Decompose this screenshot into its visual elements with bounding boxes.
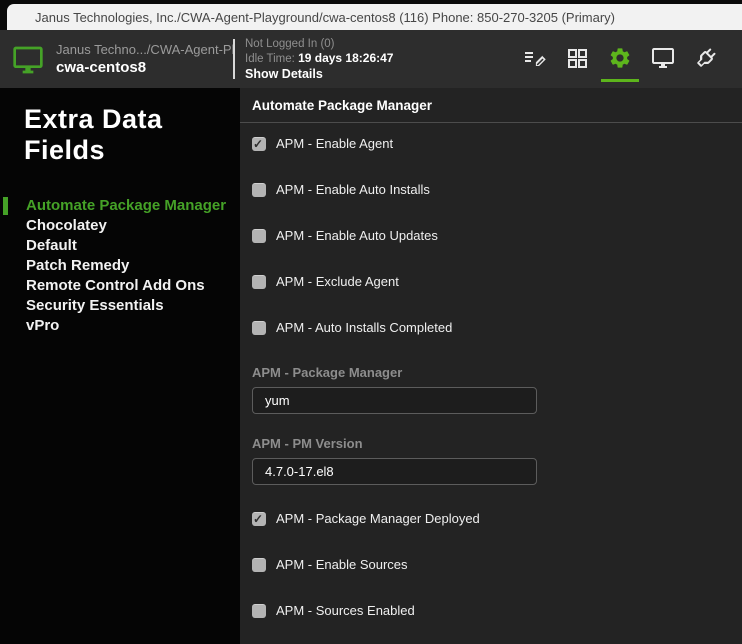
checkbox-apm-enable-sources[interactable] xyxy=(252,558,266,572)
header-divider xyxy=(233,39,235,79)
sidebar-item-automate-package-manager[interactable]: Automate Package Manager xyxy=(26,196,240,216)
checkbox-label: APM - Exclude Agent xyxy=(276,274,399,289)
field-label: APM - PM Version xyxy=(252,436,742,451)
main-panel: Automate Package Manager APM - Enable Ag… xyxy=(240,88,742,644)
section-divider xyxy=(240,122,742,123)
field-list: APM - Enable Agent APM - Enable Auto Inst… xyxy=(240,136,742,644)
field-group-apm-pm-version: APM - PM Version xyxy=(252,436,742,485)
input-apm-pm-version[interactable] xyxy=(252,458,537,485)
sidebar: Extra Data Fields Automate Package Manag… xyxy=(0,88,240,644)
idle-time-value: 19 days 18:26:47 xyxy=(298,51,393,65)
settings-button[interactable] xyxy=(606,45,634,73)
header-toolbar xyxy=(520,45,742,73)
monitor-icon xyxy=(651,46,675,73)
breadcrumb[interactable]: Janus Techno.../CWA-Agent-Pl... xyxy=(56,42,233,57)
field-label: APM - Package Manager xyxy=(252,365,742,380)
checkbox-apm-enable-auto-updates[interactable] xyxy=(252,229,266,243)
sidebar-item-patch-remedy[interactable]: Patch Remedy xyxy=(26,256,240,276)
field-row-apm-enable-sources: APM - Enable Sources xyxy=(252,557,742,572)
agent-identity: Janus Techno.../CWA-Agent-Pl... cwa-cent… xyxy=(0,42,233,76)
field-row-apm-auto-installs-completed: APM - Auto Installs Completed xyxy=(252,320,742,335)
edit-form-button[interactable] xyxy=(520,45,548,73)
checkbox-apm-exclude-agent[interactable] xyxy=(252,275,266,289)
window-title: Janus Technologies, Inc./CWA-Agent-Playg… xyxy=(7,10,615,25)
agent-header-bar: Janus Techno.../CWA-Agent-Pl... cwa-cent… xyxy=(0,30,742,88)
field-row-apm-enable-auto-installs: APM - Enable Auto Installs xyxy=(252,182,742,197)
idle-time: Idle Time: 19 days 18:26:47 xyxy=(245,51,520,66)
plug-icon xyxy=(694,46,718,73)
idle-time-label: Idle Time: xyxy=(245,53,298,65)
field-row-apm-enable-auto-updates: APM - Enable Auto Updates xyxy=(252,228,742,243)
checkbox-apm-package-manager-deployed[interactable] xyxy=(252,512,266,526)
remote-screen-button[interactable] xyxy=(649,45,677,73)
checkbox-label: APM - Enable Sources xyxy=(276,557,408,572)
sidebar-item-default[interactable]: Default xyxy=(26,236,240,256)
field-row-apm-enable-agent: APM - Enable Agent xyxy=(252,136,742,151)
field-row-apm-package-manager-deployed: APM - Package Manager Deployed xyxy=(252,511,742,526)
checkbox-apm-enable-auto-installs[interactable] xyxy=(252,183,266,197)
checkbox-label: APM - Package Manager Deployed xyxy=(276,511,480,526)
edit-form-icon xyxy=(522,46,546,73)
field-group-apm-package-manager: APM - Package Manager xyxy=(252,365,742,414)
show-details-link[interactable]: Show Details xyxy=(245,67,520,81)
grid-icon xyxy=(565,46,589,73)
field-row-apm-exclude-agent: APM - Exclude Agent xyxy=(252,274,742,289)
grid-button[interactable] xyxy=(563,45,591,73)
checkbox-label: APM - Enable Agent xyxy=(276,136,393,151)
gear-icon xyxy=(608,46,632,73)
computer-name: cwa-centos8 xyxy=(56,59,233,76)
sidebar-item-chocolatey[interactable]: Chocolatey xyxy=(26,216,240,236)
field-row-apm-sources-enabled: APM - Sources Enabled xyxy=(252,603,742,618)
checkbox-apm-sources-enabled[interactable] xyxy=(252,604,266,618)
computer-monitor-icon xyxy=(12,44,44,74)
agent-id-text: Janus Techno.../CWA-Agent-Pl... cwa-cent… xyxy=(56,42,233,76)
sidebar-heading: Extra Data Fields xyxy=(0,88,240,166)
checkbox-apm-auto-installs-completed[interactable] xyxy=(252,321,266,335)
checkbox-apm-enable-agent[interactable] xyxy=(252,137,266,151)
sidebar-item-remote-control-add-ons[interactable]: Remote Control Add Ons xyxy=(26,276,240,296)
content-area: Extra Data Fields Automate Package Manag… xyxy=(0,88,742,644)
checkbox-label: APM - Sources Enabled xyxy=(276,603,415,618)
checkbox-label: APM - Enable Auto Updates xyxy=(276,228,438,243)
logged-in-status: Not Logged In (0) xyxy=(245,37,520,51)
agent-status: Not Logged In (0) Idle Time: 19 days 18:… xyxy=(245,37,520,81)
sidebar-item-list: Automate Package ManagerChocolateyDefaul… xyxy=(0,196,240,336)
checkbox-label: APM - Auto Installs Completed xyxy=(276,320,452,335)
section-heading: Automate Package Manager xyxy=(240,88,742,113)
sidebar-item-security-essentials[interactable]: Security Essentials xyxy=(26,296,240,316)
sidebar-item-vpro[interactable]: vPro xyxy=(26,316,240,336)
connect-button[interactable] xyxy=(692,45,720,73)
checkbox-label: APM - Enable Auto Installs xyxy=(276,182,430,197)
window-title-bar: Janus Technologies, Inc./CWA-Agent-Playg… xyxy=(7,4,742,30)
input-apm-package-manager[interactable] xyxy=(252,387,537,414)
